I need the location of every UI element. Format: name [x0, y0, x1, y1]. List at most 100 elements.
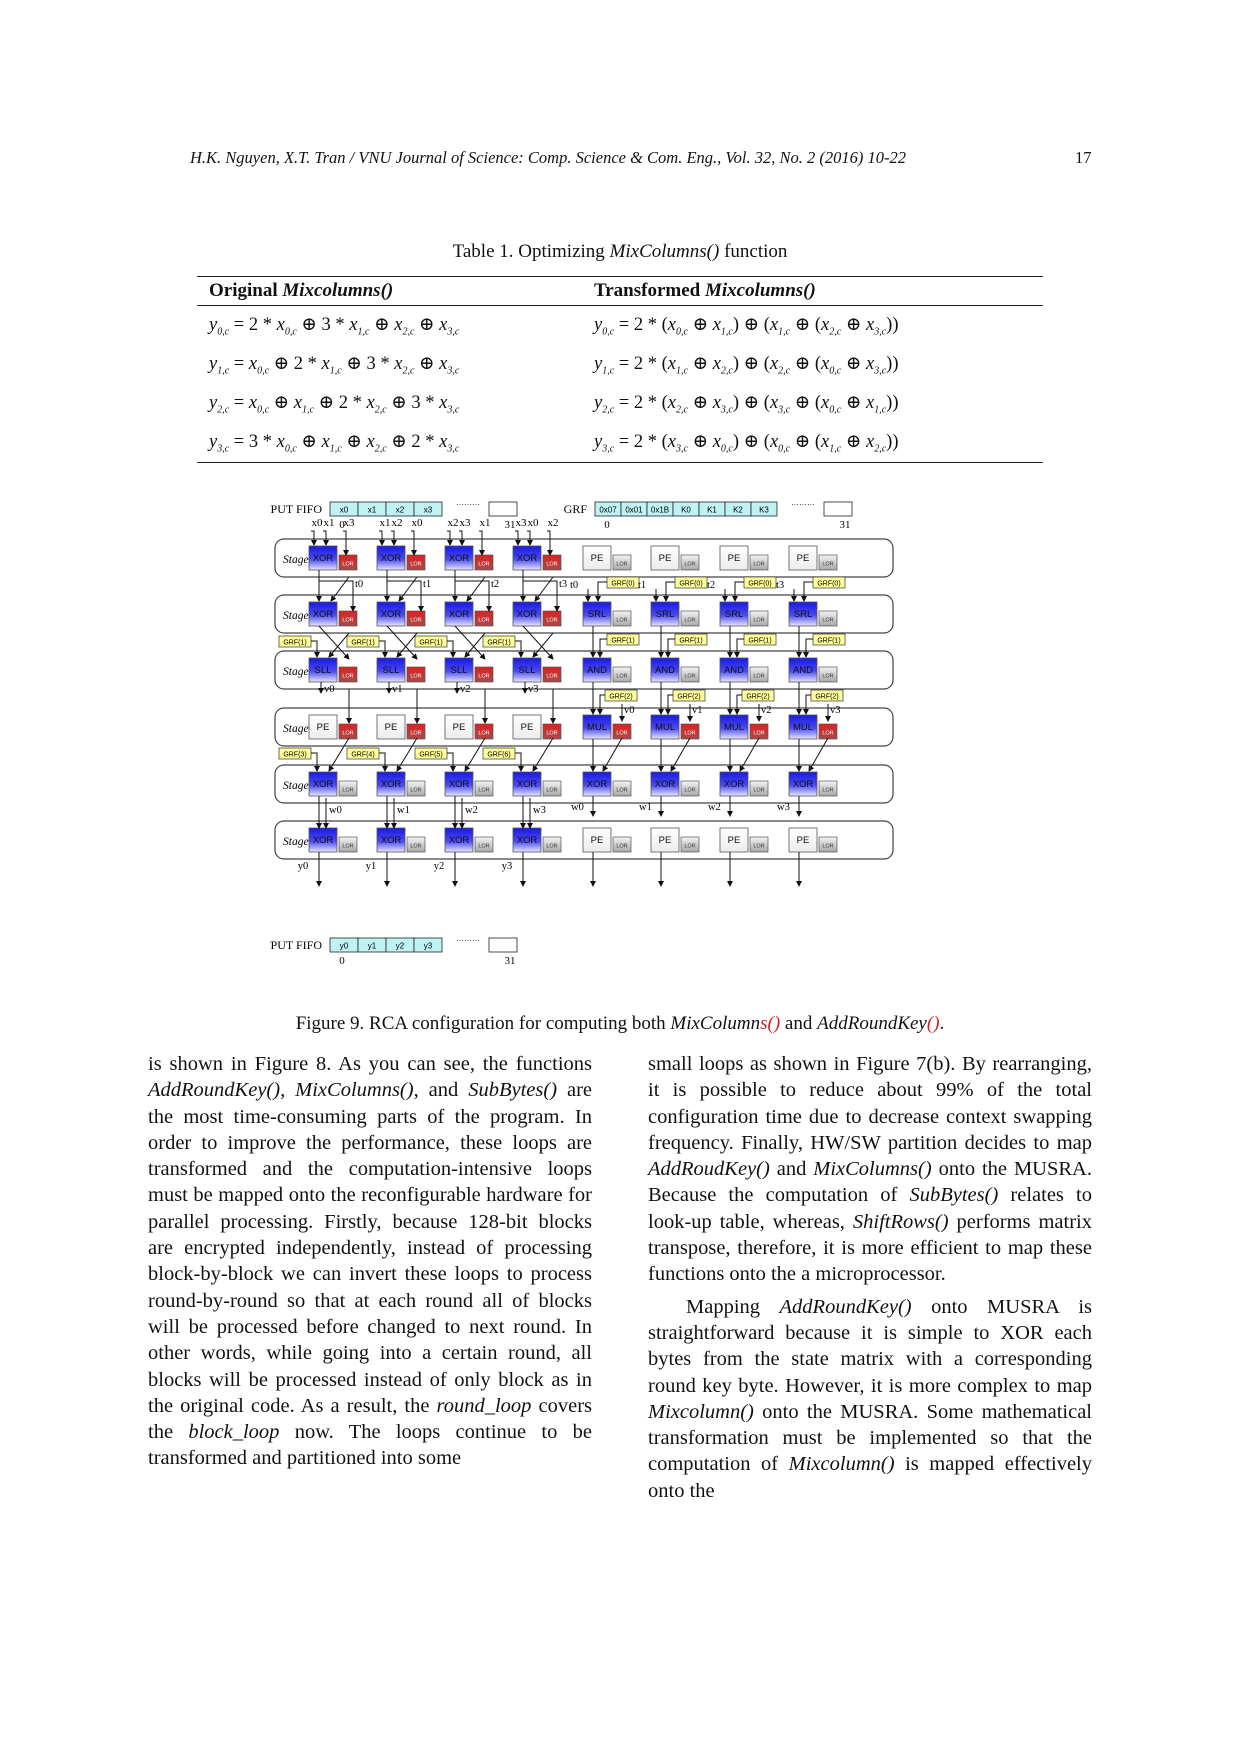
lor-label: LOR	[410, 788, 421, 794]
grf-ellipsis: ·········	[791, 500, 815, 509]
pe-op-label: XOR	[449, 835, 470, 846]
grf-cell-label: K1	[707, 506, 717, 515]
pe-op-label: XOR	[793, 779, 814, 790]
table-caption: Table 1. Optimizing MixColumns() functio…	[0, 241, 1240, 263]
lor-label: LOR	[478, 674, 489, 680]
text-run: are the most time-consuming parts of the…	[148, 1079, 592, 1417]
lor-label: LOR	[616, 674, 627, 680]
pe-op-label: SLL	[519, 665, 536, 676]
input-label: x3	[344, 517, 356, 529]
pe-op-label: XOR	[449, 779, 470, 790]
lor-label: LOR	[684, 618, 695, 624]
input-label: x3	[516, 517, 528, 529]
lor-label: LOR	[342, 674, 353, 680]
t-label-right: t2	[707, 580, 715, 591]
pe-op-label: PE	[797, 553, 810, 564]
pe-op-label: PE	[521, 722, 534, 733]
lor-label: LOR	[684, 844, 695, 850]
figure-caption: Figure 9. RCA configuration for computin…	[0, 1013, 1240, 1035]
equation-original: y2,c = x0,c ⊕ x1,c ⊕ 2 * x2,c ⊕ 3 * x3,c	[209, 392, 460, 416]
italic-function-name: round_loop	[436, 1394, 532, 1417]
grf-tag-label: GRF(1)	[283, 640, 306, 647]
pe-op-label: SLL	[451, 665, 468, 676]
pe-op-label: XOR	[313, 609, 334, 620]
pe-op-label: XOR	[313, 779, 334, 790]
header-transformed-func: Mixcolumns()	[704, 280, 816, 301]
pe-op-label: MUL	[655, 722, 675, 733]
pe-op-label: PE	[453, 722, 466, 733]
w-label-right: w1	[639, 802, 652, 813]
lor-label: LOR	[822, 731, 833, 737]
figure-9-rca-diagram: INPUT FIFOx0x1x2x3·········031GRF0x070x0…	[246, 495, 990, 1005]
lor-label: LOR	[616, 562, 627, 568]
header-original-func: Mixcolumns()	[282, 280, 394, 301]
lor-label: LOR	[342, 788, 353, 794]
v-label-right: v1	[692, 705, 703, 716]
y-label: y0	[298, 861, 309, 872]
lor-label: LOR	[410, 562, 421, 568]
grf-cell-label: 0x07	[599, 506, 617, 515]
grf-start-index: 0	[604, 519, 610, 531]
input-fifo-cell-label: x1	[368, 506, 377, 515]
pe-op-label: PE	[317, 722, 330, 733]
grf-tag-label: GRF(0)	[679, 581, 702, 588]
lor-label: LOR	[410, 731, 421, 737]
pe-op-label: PE	[659, 835, 672, 846]
italic-function-name: AddRoundKey(), MixColumns()	[148, 1079, 414, 1102]
italic-function-name: Mixcolumn()	[788, 1453, 895, 1476]
grf-tag-label: GRF(2)	[609, 694, 632, 701]
grf-tag-label: GRF(4)	[351, 752, 374, 759]
grf-tag-label: GRF(0)	[748, 581, 771, 588]
header-original-text: Original	[209, 280, 283, 301]
pe-op-label: MUL	[587, 722, 607, 733]
v-label: v1	[392, 684, 403, 695]
pe-op-label: XOR	[313, 553, 334, 564]
pe-op-label: XOR	[655, 779, 676, 790]
input-label: x2	[392, 517, 403, 529]
table-row: y2,c = x0,c ⊕ x1,c ⊕ 2 * x2,c ⊕ 3 * x3,c…	[197, 384, 1043, 423]
input-fifo-ellipsis: ·········	[456, 500, 480, 509]
lor-label: LOR	[822, 844, 833, 850]
t-label-right: t1	[638, 580, 646, 591]
lor-label: LOR	[684, 731, 695, 737]
pe-op-label: PE	[728, 835, 741, 846]
input-label: x1	[480, 517, 491, 529]
grf-tag-label: GRF(1)	[611, 638, 634, 645]
italic-function-name: block_loop	[188, 1421, 280, 1444]
w-label: w2	[465, 805, 478, 816]
lor-label: LOR	[616, 731, 627, 737]
equation-original: y0,c = 2 * x0,c ⊕ 3 * x1,c ⊕ x2,c ⊕ x3,c	[209, 314, 460, 338]
grf-end-index: 31	[840, 519, 851, 531]
grf-tag-label: GRF(5)	[419, 752, 442, 759]
pe-op-label: MUL	[724, 722, 744, 733]
grf-tag-label: GRF(2)	[746, 694, 769, 701]
output-fifo-cell-label: y0	[340, 942, 349, 951]
grf-label: GRF	[564, 502, 588, 516]
grf-tag-label: GRF(1)	[351, 640, 374, 647]
pe-op-label: PE	[591, 553, 604, 564]
grf-tag-label: GRF(3)	[283, 752, 306, 759]
lor-label: LOR	[616, 844, 627, 850]
pe-op-label: XOR	[313, 835, 334, 846]
grf-tag-label: GRF(1)	[748, 638, 771, 645]
text-run: , and	[413, 1079, 469, 1102]
input-fifo-cell-label: x3	[424, 506, 433, 515]
figure-caption-prefix: Figure 9. RCA configuration for computin…	[295, 1013, 671, 1034]
v-label-right: v2	[761, 705, 772, 716]
pe-op-label: AND	[793, 665, 813, 676]
pe-op-label: XOR	[449, 553, 470, 564]
grf-tag-label: GRF(1)	[419, 640, 442, 647]
pe-op-label: PE	[385, 722, 398, 733]
grf-tag-label: GRF(6)	[487, 752, 510, 759]
lor-label: LOR	[616, 788, 627, 794]
table-row: y0,c = 2 * x0,c ⊕ 3 * x1,c ⊕ x2,c ⊕ x3,c…	[197, 306, 1043, 346]
table-header-row: Original Mixcolumns() Transformed Mixcol…	[197, 276, 1043, 306]
output-fifo-last-cell	[488, 937, 518, 953]
pe-op-label: PE	[797, 835, 810, 846]
grf-cell-label: K3	[759, 506, 769, 515]
y-label: y3	[502, 861, 513, 872]
table-caption-prefix: Table 1. Optimizing	[452, 241, 610, 262]
w-label-right: w2	[708, 802, 721, 813]
grf-last-cell	[823, 501, 853, 517]
pe-op-label: AND	[655, 665, 675, 676]
